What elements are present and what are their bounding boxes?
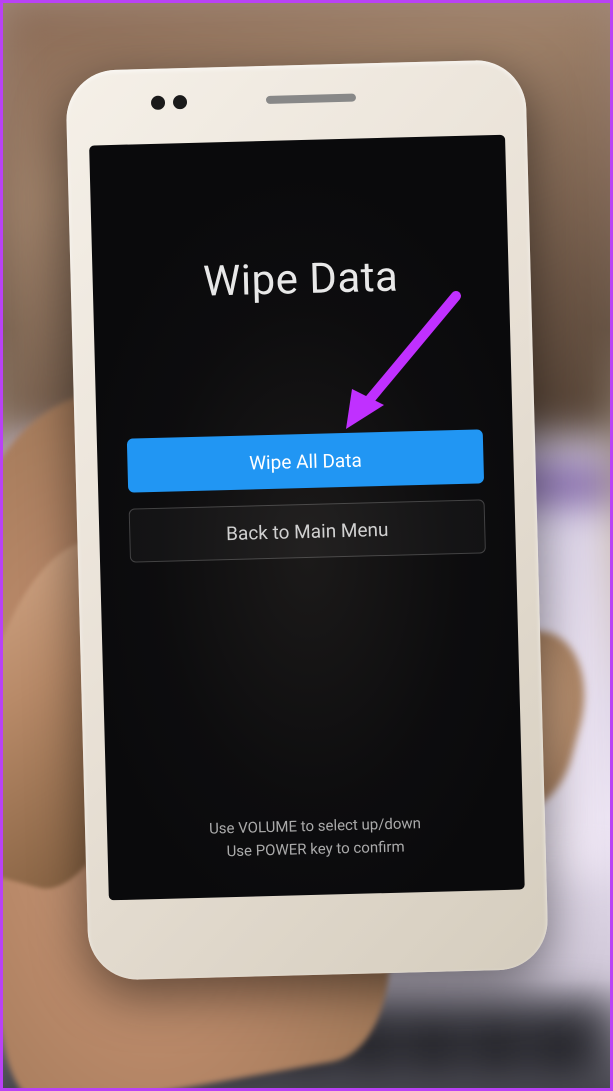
annotation-arrow-icon xyxy=(336,281,476,445)
photo-frame: Wipe Data Wipe All Data Back to Main Men… xyxy=(0,0,613,1091)
home-button[interactable] xyxy=(292,904,343,955)
phone-screen: Wipe Data Wipe All Data Back to Main Men… xyxy=(89,135,525,901)
phone-device: Wipe Data Wipe All Data Back to Main Men… xyxy=(65,59,549,981)
phone-top-sensors xyxy=(65,89,525,109)
back-to-main-menu-option[interactable]: Back to Main Menu xyxy=(128,499,485,562)
sensor-dot xyxy=(150,96,164,110)
camera-dot xyxy=(172,95,186,109)
menu-list: Wipe All Data Back to Main Menu xyxy=(126,429,485,562)
help-text: Use VOLUME to select up/down Use POWER k… xyxy=(106,809,523,865)
speaker-grille xyxy=(265,94,355,104)
